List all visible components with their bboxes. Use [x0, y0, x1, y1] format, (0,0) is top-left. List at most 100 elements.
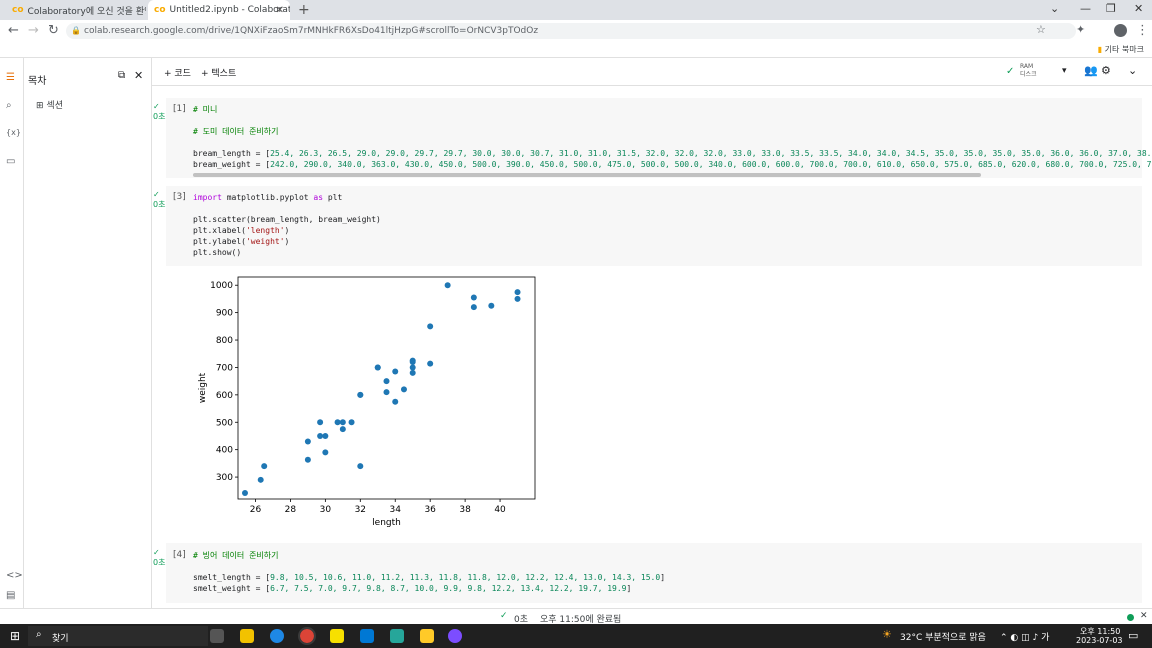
search-icon[interactable]: ⌕ — [6, 100, 12, 111]
scatter-point — [409, 364, 416, 371]
taskbar-search-box[interactable]: ⌕ 찾기 — [28, 626, 208, 646]
status-close-icon[interactable]: ✕ — [1140, 611, 1148, 621]
new-tab-button[interactable]: + — [298, 2, 310, 18]
y-tick-label: 900 — [216, 309, 233, 319]
scatter-point — [241, 489, 248, 496]
scatter-point — [317, 419, 324, 426]
code-token: plt.xlabel( — [193, 226, 246, 235]
weather-text[interactable]: 32°C 부분적으로 맑음 — [900, 630, 986, 643]
profile-avatar[interactable] — [1114, 24, 1127, 37]
code-token: 'weight' — [245, 237, 285, 246]
add-text-button[interactable]: + 텍스트 — [201, 66, 236, 79]
runtime-dropdown-icon[interactable]: ▾ — [1062, 66, 1067, 76]
code-token: plt — [323, 193, 343, 202]
browser-tab-bar: coColaboratory에 오신 것을 환영합 coUntitled2.ip… — [0, 0, 1152, 20]
scatter-point — [488, 302, 495, 309]
horizontal-scrollbar[interactable] — [193, 173, 981, 177]
app-icon[interactable] — [390, 629, 404, 643]
x-axis-label: length — [372, 518, 401, 528]
add-code-button[interactable]: + 코드 — [164, 66, 191, 79]
y-tick-label: 700 — [216, 363, 233, 373]
code-token: bream_length = [ — [193, 149, 271, 158]
kakaotalk-icon[interactable] — [330, 629, 344, 643]
bookmark-star-icon[interactable]: ☆ — [1036, 23, 1046, 36]
bookmarks-bar: ▮ 기타 북마크 — [0, 42, 1152, 58]
y-tick-label: 1000 — [210, 281, 233, 291]
share-people-icon[interactable]: 👥 — [1084, 64, 1098, 77]
x-tick-label: 36 — [424, 505, 436, 515]
x-tick-label: 30 — [320, 505, 332, 515]
resource-indicator[interactable]: RAM 디스크 — [1020, 63, 1037, 79]
task-view-icon[interactable] — [210, 629, 224, 643]
code-token: matplotlib.pyplot — [221, 193, 314, 202]
code-token: plt.ylabel( — [193, 237, 246, 246]
x-tick-label: 38 — [459, 505, 471, 515]
y-tick-label: 600 — [216, 391, 233, 401]
toc-icon[interactable]: ☰ — [6, 72, 15, 83]
extensions-icon[interactable]: ✦ — [1076, 23, 1085, 36]
connection-dot-icon — [1127, 614, 1134, 621]
scatter-point — [322, 449, 329, 456]
scatter-point — [334, 419, 341, 426]
y-tick-label: 500 — [216, 418, 233, 428]
minimize-button[interactable]: — — [1080, 2, 1091, 15]
scatter-point — [444, 282, 451, 289]
code-token: as — [313, 193, 324, 202]
edge-browser-icon[interactable] — [270, 629, 284, 643]
forward-icon[interactable]: → — [28, 23, 39, 38]
settings-gear-icon[interactable]: ⚙ — [1101, 64, 1111, 77]
open-in-tab-icon[interactable]: ⧉ — [118, 70, 125, 81]
cell-code[interactable]: # 빙어 데이터 준비하기 smelt_length = [9.8, 10.5, … — [193, 550, 665, 594]
y-axis-label: weight — [198, 372, 208, 403]
scatter-point — [348, 419, 355, 426]
code-token: ] — [626, 584, 632, 593]
collapse-chevron-icon[interactable]: ⌄ — [1128, 64, 1137, 77]
back-icon[interactable]: ← — [8, 23, 19, 38]
reload-icon[interactable]: ↻ — [48, 23, 59, 38]
variables-icon[interactable]: {x} — [6, 128, 21, 137]
sticky-notes-icon[interactable] — [420, 629, 434, 643]
cell-code[interactable]: import matplotlib.pyplot as plt plt.scatt… — [193, 192, 381, 258]
tab-welcome[interactable]: coColaboratory에 오신 것을 환영합 — [6, 0, 146, 20]
notification-icon[interactable]: ▭ — [1128, 629, 1138, 642]
close-panel-icon[interactable]: ✕ — [134, 69, 143, 82]
cell-exec-count: [1] — [173, 104, 186, 114]
x-tick-label: 40 — [494, 505, 506, 515]
windows-start-icon[interactable]: ⊞ — [10, 629, 20, 643]
scatter-point — [322, 432, 329, 439]
files-folder-icon[interactable]: ▭ — [6, 156, 15, 167]
scatter-point — [409, 358, 416, 365]
app-icon-2[interactable] — [448, 629, 462, 643]
tab-search-icon[interactable]: ⌄ — [1050, 2, 1059, 15]
maximize-button[interactable]: ❐ — [1106, 2, 1116, 15]
tab-untitled2[interactable]: coUntitled2.ipynb - Colaboratory✕ — [148, 0, 290, 20]
toc-add-section[interactable]: ⊞ 섹션 — [36, 98, 63, 111]
chrome-browser-icon[interactable] — [298, 627, 316, 645]
scatter-point — [304, 438, 311, 445]
url-field[interactable]: 🔒 colab.research.google.com/drive/1QNXiFz… — [66, 23, 1076, 39]
menu-dots-icon[interactable]: ⋮ — [1136, 23, 1149, 38]
colab-logo-icon: co — [154, 5, 166, 15]
code-snippets-icon[interactable]: <> — [6, 570, 23, 581]
scatter-point — [392, 398, 399, 405]
scatter-point — [374, 364, 381, 371]
store-icon[interactable] — [360, 629, 374, 643]
cell-code[interactable]: # 미니 # 도미 데이터 준비하기 bream_length = [25.4, 2… — [193, 104, 1152, 170]
scatter-point — [470, 294, 477, 301]
other-bookmarks[interactable]: ▮ 기타 북마크 — [1098, 44, 1144, 55]
code-line: plt.show() — [193, 247, 381, 258]
code-line: import matplotlib.pyplot as plt — [193, 192, 381, 203]
taskbar-date[interactable]: 2023-07-03 — [1076, 636, 1123, 645]
close-window-button[interactable]: ✕ — [1134, 2, 1143, 15]
scatter-point — [357, 463, 364, 470]
close-tab-icon[interactable]: ✕ — [276, 5, 284, 16]
file-explorer-icon[interactable] — [240, 629, 254, 643]
plot-frame — [237, 276, 536, 500]
code-token: 9.8, 10.5, 10.6, 11.0, 11.2, 11.3, 11.8,… — [270, 573, 661, 582]
scatter-point — [261, 463, 268, 470]
system-tray-icons[interactable]: ⌃ ◐ ◫ ♪ 가 — [1000, 630, 1049, 643]
cell-status-check: ✓ 0초 — [153, 190, 166, 209]
terminal-icon[interactable]: ▤ — [6, 590, 15, 601]
scatter-point — [257, 476, 264, 483]
